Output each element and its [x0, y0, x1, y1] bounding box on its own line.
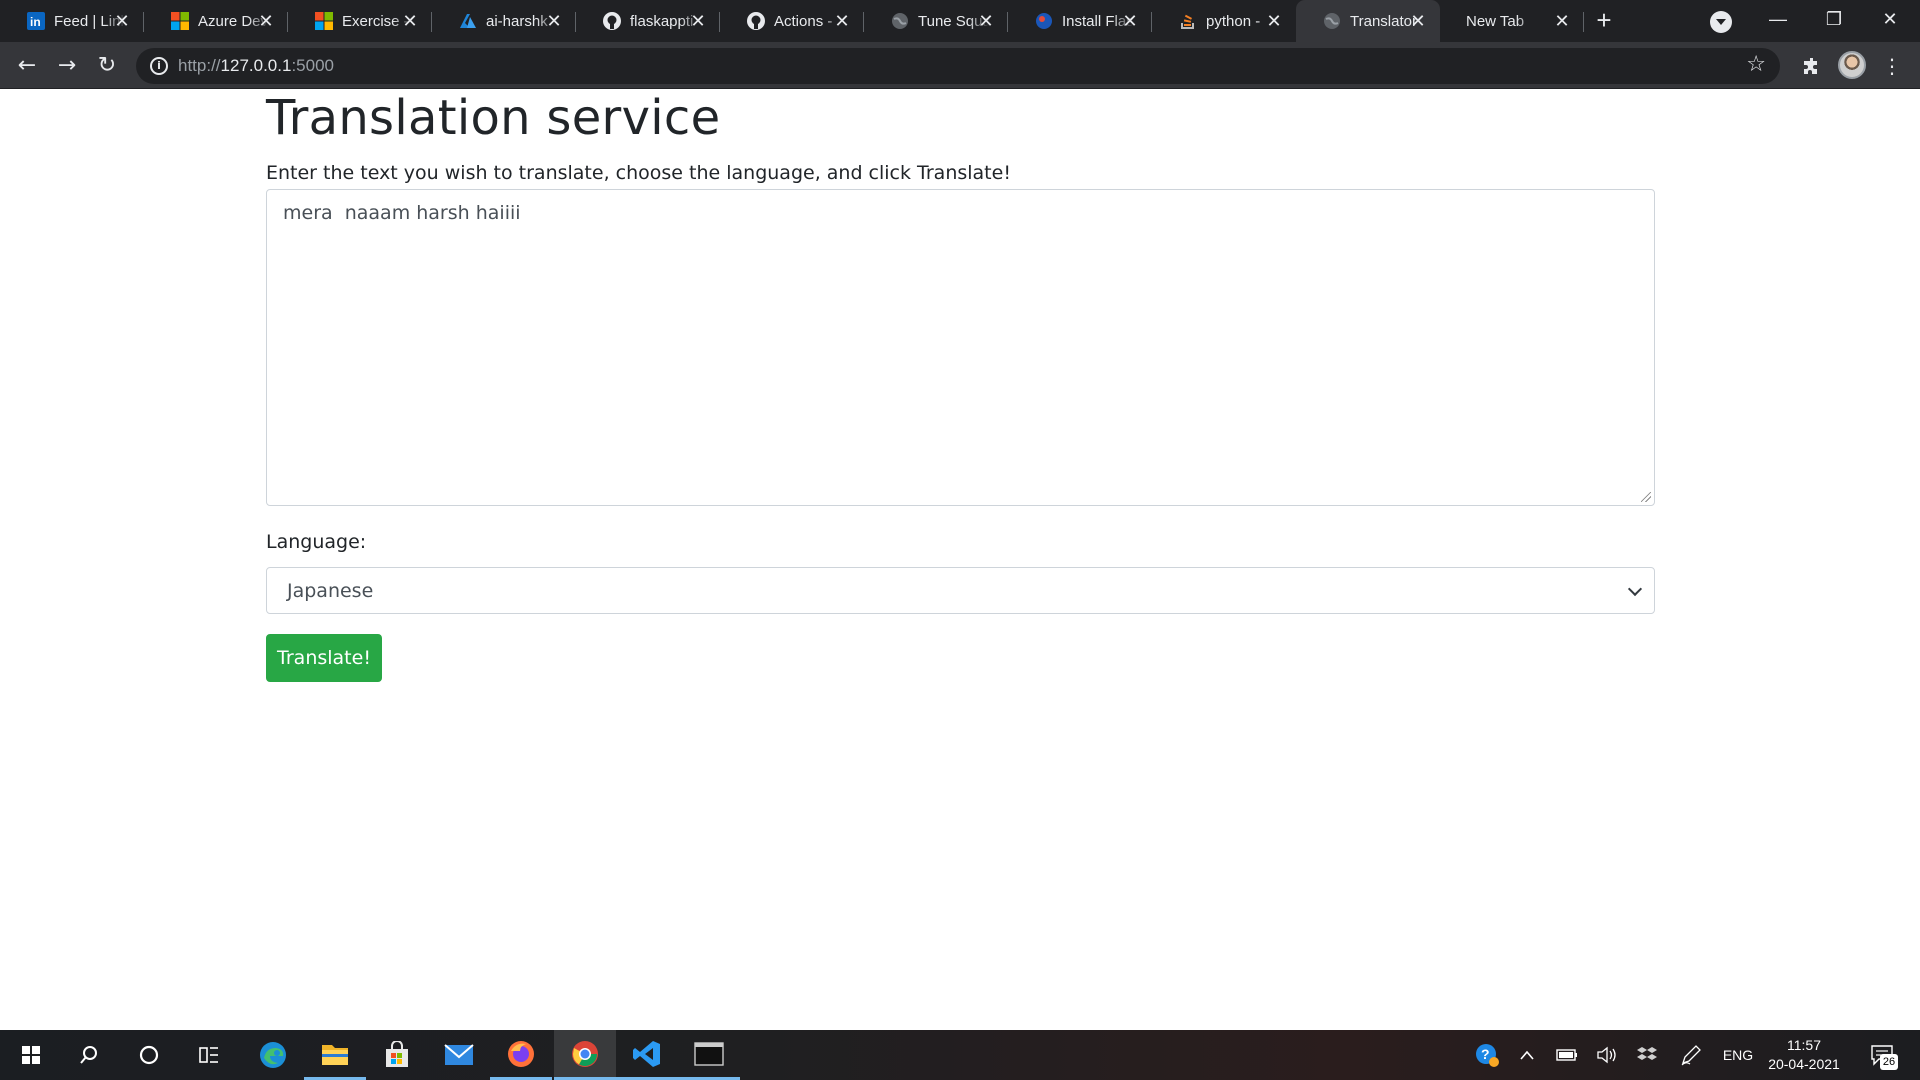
close-icon[interactable]: ✕	[112, 11, 132, 31]
close-icon[interactable]: ✕	[976, 11, 996, 31]
tab-list: in Feed | LinkedIn ✕ Azure DevOps ✕ Exer…	[0, 0, 1624, 42]
github-icon	[602, 11, 622, 31]
microsoft-icon	[170, 11, 190, 31]
clock-date: 20-04-2021	[1768, 1056, 1840, 1072]
github-icon	[746, 11, 766, 31]
globe-icon	[1322, 11, 1342, 31]
search-icon[interactable]	[58, 1030, 120, 1080]
tab-tune-squad[interactable]: Tune Squad ✕	[864, 0, 1008, 42]
svg-text:in: in	[30, 15, 41, 29]
tab-new-tab[interactable]: New Tab ✕	[1440, 0, 1584, 42]
tab-exercise[interactable]: Exercise - ✕	[288, 0, 432, 42]
url-host: 127.0.0.1	[220, 56, 292, 75]
tab-linkedin[interactable]: in Feed | LinkedIn ✕	[0, 0, 144, 42]
close-icon[interactable]: ✕	[1264, 11, 1284, 31]
svg-text:?: ?	[1481, 1046, 1490, 1062]
page-content: Translation service Enter the text you w…	[0, 90, 1920, 1030]
tab-search-icon[interactable]	[1710, 11, 1732, 33]
close-icon[interactable]: ✕	[1408, 11, 1428, 31]
tab-translator[interactable]: Translator ✕	[1296, 0, 1440, 42]
battery-icon[interactable]	[1550, 1030, 1584, 1080]
reload-icon[interactable]: ↻	[93, 52, 121, 80]
notification-count-badge: 26	[1880, 1054, 1898, 1070]
language-select[interactable]: Japanese	[266, 567, 1655, 614]
clock-time: 11:57	[1787, 1037, 1821, 1053]
site-info-icon[interactable]: i	[150, 57, 168, 75]
mail-icon[interactable]	[428, 1030, 490, 1080]
url-scheme: http://	[178, 56, 221, 75]
close-icon[interactable]: ✕	[256, 11, 276, 31]
input-language[interactable]: ENG	[1718, 1030, 1758, 1080]
page-title: Translation service	[266, 90, 721, 146]
tab-actions[interactable]: Actions - ✕	[720, 0, 864, 42]
edge-icon[interactable]	[242, 1030, 304, 1080]
forward-icon[interactable]: →	[53, 52, 81, 80]
system-clock[interactable]: 11:57 20-04-2021	[1764, 1036, 1844, 1074]
address-bar[interactable]: i http://127.0.0.1:5000 ☆	[136, 48, 1780, 84]
url-text[interactable]: http://127.0.0.1:5000	[178, 56, 334, 76]
close-icon[interactable]: ✕	[1552, 11, 1572, 31]
vscode-icon[interactable]	[616, 1030, 678, 1080]
linkedin-icon: in	[26, 11, 46, 31]
chrome-icon[interactable]	[554, 1030, 616, 1080]
browser-tab-strip: in Feed | LinkedIn ✕ Azure DevOps ✕ Exer…	[0, 0, 1920, 42]
cortana-icon[interactable]	[118, 1030, 180, 1080]
close-icon[interactable]: ✕	[1120, 11, 1140, 31]
browser-toolbar: ← → ↻ i http://127.0.0.1:5000 ☆ ⋮	[0, 42, 1920, 89]
menu-kebab-icon[interactable]: ⋮	[1876, 50, 1908, 82]
start-windows-icon[interactable]	[0, 1030, 62, 1080]
azure-icon	[458, 11, 478, 31]
translate-button[interactable]: Translate!	[266, 634, 382, 682]
tab-azure-devops[interactable]: Azure DevOps ✕	[144, 0, 288, 42]
back-icon[interactable]: ←	[13, 52, 41, 80]
tab-install-flask[interactable]: Install Flask ✕	[1008, 0, 1152, 42]
help-icon[interactable]: ?	[1470, 1030, 1504, 1080]
close-icon[interactable]: ✕	[400, 11, 420, 31]
stackoverflow-icon	[1178, 11, 1198, 31]
language-label: Language:	[266, 531, 367, 553]
task-view-icon[interactable]	[178, 1030, 240, 1080]
dropbox-icon[interactable]	[1630, 1030, 1664, 1080]
restore-icon[interactable]: ❐	[1806, 0, 1862, 42]
close-icon[interactable]: ✕	[688, 11, 708, 31]
tab-ai-harsh[interactable]: ai-harshk ✕	[432, 0, 576, 42]
firefox-icon[interactable]	[490, 1030, 552, 1080]
file-explorer-icon[interactable]	[304, 1030, 366, 1080]
volume-icon[interactable]	[1590, 1030, 1624, 1080]
chevron-up-icon[interactable]	[1512, 1030, 1542, 1080]
windows-taskbar: ? ENG 11:57 20-04-2021 26	[0, 1030, 1920, 1080]
new-tab-button[interactable]: +	[1584, 0, 1624, 42]
instructions-text: Enter the text you wish to translate, ch…	[266, 162, 1011, 184]
store-icon[interactable]	[366, 1030, 428, 1080]
close-icon[interactable]: ✕	[832, 11, 852, 31]
profile-avatar[interactable]	[1838, 51, 1866, 79]
terminal-icon[interactable]	[678, 1030, 740, 1080]
minimize-icon[interactable]: —	[1750, 0, 1806, 42]
microsoft-icon	[314, 11, 334, 31]
chevron-down-icon	[1627, 581, 1643, 597]
url-port: :5000	[291, 56, 334, 75]
tab-flaskapp[interactable]: flaskappti ✕	[576, 0, 720, 42]
text-to-translate-input[interactable]: mera naaam harsh haiiii	[266, 189, 1655, 506]
tab-title: New Tab	[1466, 12, 1525, 30]
globe-blue-icon	[1034, 11, 1054, 31]
window-close-icon[interactable]: ✕	[1862, 0, 1918, 42]
resize-grip-icon[interactable]	[1641, 492, 1651, 502]
globe-icon	[890, 11, 910, 31]
tab-divider	[1583, 12, 1584, 32]
bookmark-star-icon[interactable]: ☆	[1746, 52, 1766, 77]
language-selected-value: Japanese	[287, 580, 374, 602]
close-icon[interactable]: ✕	[544, 11, 564, 31]
tab-python[interactable]: python - ✕	[1152, 0, 1296, 42]
extensions-icon[interactable]	[1796, 50, 1828, 82]
pen-workspace-icon[interactable]	[1674, 1030, 1708, 1080]
